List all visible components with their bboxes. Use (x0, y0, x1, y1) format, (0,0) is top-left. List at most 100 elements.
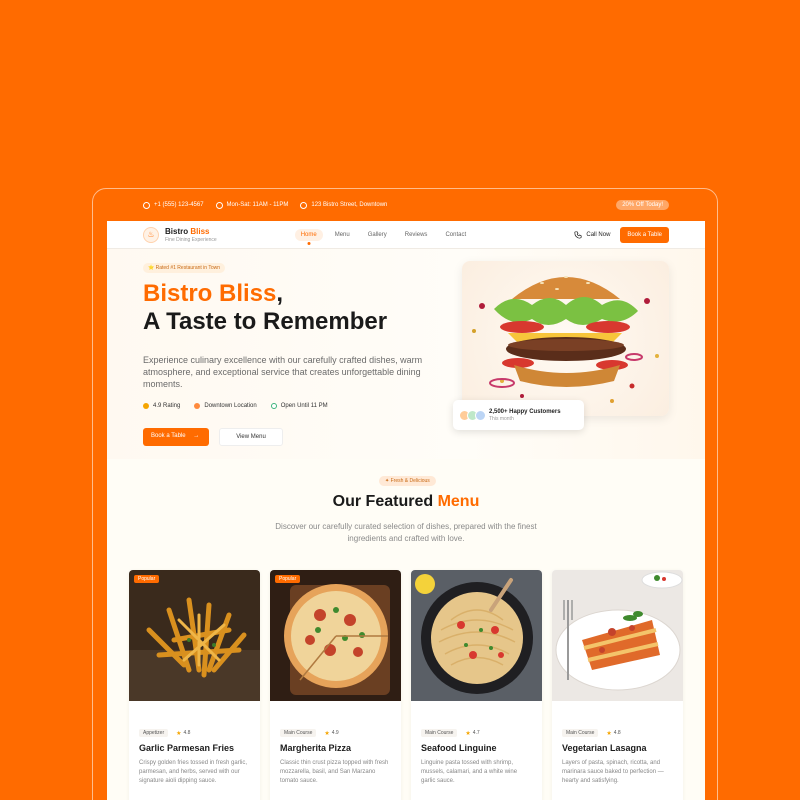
lasagna-illustration (552, 570, 683, 701)
info-topbar: +1 (555) 123-4567 Mon-Sat: 11AM - 11PM 1… (93, 189, 717, 221)
feature-location-text: Downtown Location (204, 403, 257, 409)
hero-title-comma: , (276, 280, 284, 307)
pizza-image: Popular (270, 570, 401, 701)
card-meta: Main Course ★ 4.7 (421, 729, 542, 737)
phone-icon (574, 230, 582, 239)
card-rating-value: 4.9 (331, 730, 339, 736)
happy-customers-card: 2,500+ Happy Customers This month (453, 400, 584, 430)
brand-name-first: Bistro (165, 226, 191, 236)
card-category: Main Course (280, 729, 317, 737)
rating-badge-text: Rated #1 Restaurant in Town (155, 265, 221, 271)
star-icon: ★ (465, 730, 471, 737)
brand-name-accent: Bliss (190, 226, 210, 236)
nav-link-menu[interactable]: Menu (329, 229, 356, 241)
feature-rating-text: 4.9 Rating (153, 403, 181, 409)
fries-image: Popular (129, 570, 260, 701)
linguine-illustration (411, 570, 542, 701)
card-category: Appetizer (139, 729, 169, 737)
address-text: 123 Bistro Street, Downtown (311, 202, 388, 208)
card-rating-value: 4.7 (472, 730, 480, 736)
card-description: Linguine pasta tossed with shrimp, musse… (421, 760, 518, 784)
phone-icon (143, 201, 150, 209)
clock-icon (215, 201, 223, 209)
hero-section: ⭐ Rated #1 Restaurant in Town Bistro Bli… (107, 249, 705, 459)
card-title: Garlic Parmesan Fries (139, 743, 235, 753)
feature-rating: 4.9 Rating (143, 403, 180, 409)
fresh-badge: ✦ Fresh & Delicious (379, 476, 436, 486)
book-table-hero-button[interactable]: Book a Table → (143, 428, 209, 446)
hero-title-line2: A Taste to Remember (143, 308, 388, 335)
nav-link-reviews[interactable]: Reviews (399, 229, 434, 241)
main-nav: ♨ Bistro Bliss Fine Dining Experience Ho… (107, 221, 705, 249)
nav-actions: Call Now Book a Table (574, 226, 669, 243)
location-icon (300, 201, 308, 209)
chef-hat-icon: ♨ (143, 226, 159, 243)
clock-icon (270, 403, 277, 409)
browser-frame: +1 (555) 123-4567 Mon-Sat: 11AM - 11PM 1… (92, 188, 718, 800)
section-title: Our Featured Menu (107, 493, 705, 511)
card-rating: ★ 4.8 (606, 730, 620, 737)
star-icon: ★ (606, 730, 612, 737)
rating-badge: ⭐ Rated #1 Restaurant in Town (143, 263, 226, 273)
section-title-accent: Menu (437, 493, 480, 510)
card-rating-value: 4.8 (183, 730, 191, 736)
avatar (475, 409, 486, 421)
nav-link-home[interactable]: Home (294, 228, 323, 241)
hero-description: Experience culinary excellence with our … (143, 355, 423, 389)
fresh-badge-text: Fresh & Delicious (390, 478, 430, 484)
customers-period: This month (489, 415, 514, 422)
feature-location: Downtown Location (194, 403, 257, 409)
offer-badge[interactable]: 20% Off Today! (616, 200, 669, 210)
hero-buttons: Book a Table → View Menu (143, 428, 283, 446)
hero-title: Bistro Bliss, A Taste to Remember (143, 280, 387, 336)
card-description: Classic thin crust pizza topped with fre… (280, 760, 389, 784)
menu-cards: Popular Appetizer ★ 4.8 Garlic Parmesan F… (129, 570, 683, 800)
card-category: Main Course (562, 729, 599, 737)
card-description: Crispy golden fries tossed in fresh garl… (139, 760, 248, 784)
logo[interactable]: ♨ Bistro Bliss Fine Dining Experience (143, 226, 217, 243)
card-description: Layers of pasta, spinach, ricotta, and m… (562, 760, 664, 784)
hero-features: 4.9 Rating Downtown Location Open Until … (143, 403, 328, 409)
menu-card[interactable]: Popular Appetizer ★ 4.8 Garlic Parmesan F… (129, 570, 260, 800)
card-meta: Main Course ★ 4.9 (280, 729, 401, 737)
lasagna-image (552, 570, 683, 701)
fries-illustration (129, 570, 260, 701)
star-icon: ★ (324, 730, 330, 737)
section-title-plain: Our Featured (332, 493, 438, 510)
view-menu-button[interactable]: View Menu (219, 428, 283, 446)
menu-card[interactable]: Main Course ★ 4.8 Vegetarian Lasagna Laye… (552, 570, 683, 800)
section-description: Discover our carefully curated selection… (275, 522, 537, 543)
menu-card[interactable]: Popular Main Course ★ 4.9 Margherita Pizz… (270, 570, 401, 800)
nav-link-contact[interactable]: Contact (439, 229, 472, 241)
hours-text: Mon-Sat: 11AM - 11PM (226, 202, 289, 208)
call-now-button[interactable]: Call Now (574, 230, 611, 239)
star-icon (143, 403, 149, 409)
star-icon: ★ (176, 730, 182, 737)
book-table-hero-label: Book a Table (151, 433, 186, 439)
card-meta: Main Course ★ 4.8 (562, 729, 683, 737)
card-rating: ★ 4.8 (176, 730, 190, 737)
feature-hours-text: Open Until 11 PM (280, 403, 328, 409)
arrow-right-icon: → (193, 433, 200, 439)
feature-hours: Open Until 11 PM (270, 403, 328, 409)
card-title: Margherita Pizza (280, 743, 352, 753)
burger-image (462, 261, 669, 416)
call-now-label: Call Now (586, 231, 611, 238)
linguine-image (411, 570, 542, 701)
card-title: Seafood Linguine (421, 743, 497, 753)
menu-card[interactable]: Main Course ★ 4.7 Seafood Linguine Lingui… (411, 570, 542, 800)
customers-count: 2,500+ Happy Customers (489, 408, 561, 415)
card-meta: Appetizer ★ 4.8 (139, 729, 260, 737)
card-category: Main Course (421, 729, 458, 737)
popular-badge: Popular (275, 575, 301, 583)
nav-link-gallery[interactable]: Gallery (362, 229, 393, 241)
nav-links: Home Menu Gallery Reviews Contact (294, 228, 472, 241)
brand-name: Bistro Bliss (165, 227, 217, 236)
card-rating-value: 4.8 (613, 730, 621, 736)
phone-info[interactable]: +1 (555) 123-4567 (143, 201, 204, 209)
burger-illustration (472, 276, 659, 403)
card-title: Vegetarian Lasagna (562, 743, 647, 753)
website-page: ♨ Bistro Bliss Fine Dining Experience Ho… (107, 221, 705, 800)
location-icon (194, 403, 201, 409)
book-table-nav-button[interactable]: Book a Table (620, 226, 669, 243)
